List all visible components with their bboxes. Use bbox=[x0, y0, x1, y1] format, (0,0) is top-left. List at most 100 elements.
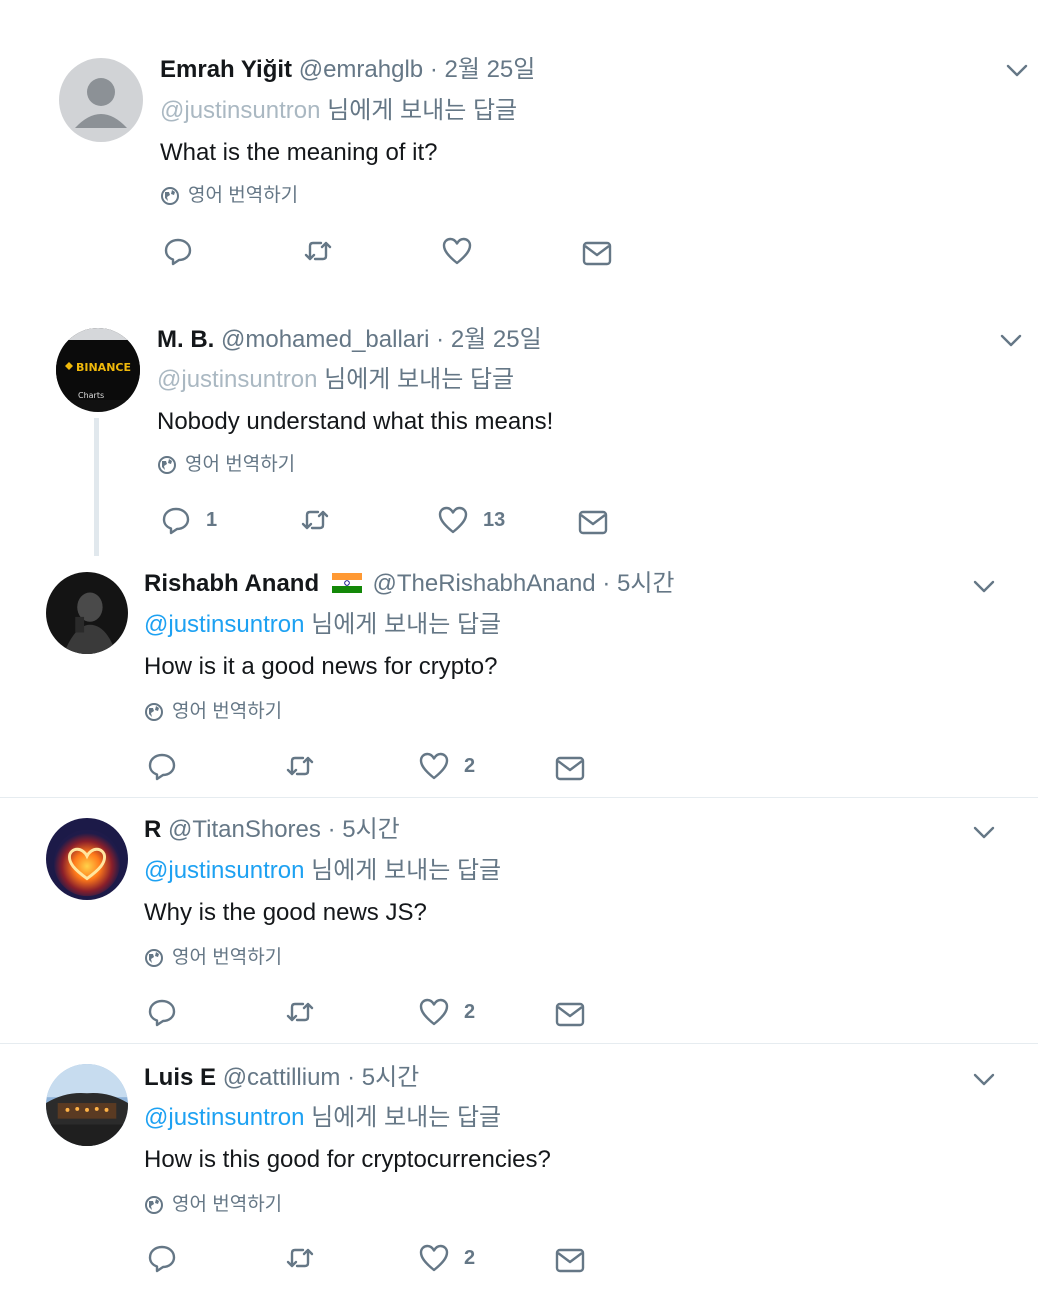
retweet-button[interactable] bbox=[284, 1242, 316, 1274]
retweet-icon bbox=[304, 241, 332, 261]
mention-link[interactable]: @justinsuntron bbox=[144, 1104, 304, 1131]
like-button[interactable]: 2 bbox=[418, 1242, 475, 1274]
caret-menu[interactable] bbox=[970, 1065, 998, 1093]
replying-suffix: 님에게 보내는 답글 bbox=[327, 97, 518, 124]
thread-connector bbox=[94, 418, 99, 556]
chevron-down-icon bbox=[1000, 334, 1022, 347]
user-handle[interactable]: @mohamed_ballari bbox=[221, 326, 429, 353]
dm-button[interactable] bbox=[577, 506, 609, 538]
mention-link[interactable]: @justinsuntron bbox=[157, 366, 317, 393]
chevron-down-icon bbox=[1006, 64, 1028, 77]
timestamp[interactable]: 5시간 bbox=[617, 570, 675, 597]
reply-button[interactable] bbox=[146, 1242, 192, 1274]
reply-icon bbox=[148, 999, 176, 1027]
like-count: 13 bbox=[483, 508, 506, 531]
translate-link[interactable]: 영어 번역하기 bbox=[157, 454, 295, 476]
heart-icon bbox=[442, 237, 472, 265]
separator-dot: · bbox=[429, 56, 438, 83]
translate-label: 영어 번역하기 bbox=[185, 454, 296, 475]
translate-label: 영어 번역하기 bbox=[172, 1194, 283, 1215]
reply-icon bbox=[162, 507, 190, 535]
retweet-button[interactable] bbox=[302, 235, 334, 267]
tweet-1: Emrah Yiğit @emrahglb · 2월 25일 @justinsu… bbox=[0, 0, 1038, 290]
translate-link[interactable]: 영어 번역하기 bbox=[144, 1194, 282, 1216]
avatar[interactable] bbox=[46, 1064, 128, 1146]
translate-link[interactable]: 영어 번역하기 bbox=[144, 701, 282, 723]
display-name[interactable]: Emrah Yiğit bbox=[160, 56, 292, 83]
like-button[interactable]: 13 bbox=[437, 504, 505, 536]
replying-suffix: 님에게 보내는 답글 bbox=[311, 1104, 502, 1131]
timestamp[interactable]: 2월 25일 bbox=[451, 326, 542, 353]
dm-button[interactable] bbox=[554, 998, 586, 1030]
avatar[interactable] bbox=[46, 572, 128, 654]
user-handle[interactable]: @emrahglb bbox=[299, 56, 423, 83]
retweet-button[interactable] bbox=[284, 750, 316, 782]
envelope-icon bbox=[555, 756, 585, 781]
tweet-4: R @TitanShores · 5시간 @justinsuntron 님에게 … bbox=[0, 798, 1038, 1042]
display-name[interactable]: Luis E bbox=[144, 1064, 216, 1091]
chevron-down-icon bbox=[973, 580, 995, 593]
avatar-caption-text: Charts bbox=[78, 391, 104, 400]
translate-label: 영어 번역하기 bbox=[172, 701, 283, 722]
translate-link[interactable]: 영어 번역하기 bbox=[144, 947, 282, 969]
mention-link[interactable]: @justinsuntron bbox=[144, 857, 304, 884]
replying-to: @justinsuntron 님에게 보내는 답글 bbox=[144, 611, 501, 639]
caret-menu[interactable] bbox=[970, 572, 998, 600]
dm-button[interactable] bbox=[554, 1244, 586, 1276]
caret-menu[interactable] bbox=[970, 818, 998, 846]
caret-menu[interactable] bbox=[997, 326, 1025, 354]
dm-button[interactable] bbox=[554, 752, 586, 784]
reply-button[interactable]: 1 bbox=[160, 504, 217, 536]
dm-button[interactable] bbox=[581, 237, 613, 269]
tweet-header: Rishabh Anand @TheRishabhAnand · 5시간 bbox=[144, 570, 675, 598]
display-name[interactable]: R bbox=[144, 816, 161, 843]
india-flag-icon bbox=[331, 573, 362, 593]
globe-icon bbox=[145, 703, 163, 721]
like-button[interactable]: 2 bbox=[418, 996, 475, 1028]
retweet-button[interactable] bbox=[284, 996, 316, 1028]
caret-menu[interactable] bbox=[1003, 56, 1031, 84]
replying-to: @justinsuntron 님에게 보내는 답글 bbox=[157, 366, 514, 394]
globe-icon bbox=[145, 1196, 163, 1214]
display-name[interactable]: Rishabh Anand bbox=[144, 570, 319, 597]
envelope-icon bbox=[578, 510, 608, 535]
timestamp[interactable]: 2월 25일 bbox=[444, 56, 535, 83]
retweet-icon bbox=[286, 1248, 314, 1268]
like-count: 2 bbox=[464, 754, 476, 777]
reply-button[interactable] bbox=[162, 235, 208, 267]
mention-link[interactable]: @justinsuntron bbox=[144, 611, 304, 638]
retweet-button[interactable] bbox=[299, 504, 331, 536]
heart-icon bbox=[438, 506, 468, 534]
tweet-header: R @TitanShores · 5시간 bbox=[144, 816, 400, 844]
mention-link[interactable]: @justinsuntron bbox=[160, 97, 320, 124]
timestamp[interactable]: 5시간 bbox=[362, 1064, 420, 1091]
tweet-header: Emrah Yiğit @emrahglb · 2월 25일 bbox=[160, 56, 535, 84]
globe-icon bbox=[158, 456, 176, 474]
retweet-icon bbox=[286, 1002, 314, 1022]
user-handle[interactable]: @TitanShores bbox=[168, 816, 321, 843]
chevron-down-icon bbox=[973, 1073, 995, 1086]
like-button[interactable] bbox=[441, 235, 487, 267]
replying-to: @justinsuntron 님에게 보내는 답글 bbox=[144, 857, 501, 885]
avatar[interactable] bbox=[46, 818, 128, 900]
like-button[interactable]: 2 bbox=[418, 750, 475, 782]
reply-icon bbox=[148, 1245, 176, 1273]
tweet-2: BINANCE Charts M. B. @mohamed_ballari · … bbox=[0, 290, 1038, 556]
reply-icon bbox=[148, 753, 176, 781]
avatar-brand-text: BINANCE bbox=[76, 361, 131, 374]
reply-button[interactable] bbox=[146, 996, 192, 1028]
timestamp[interactable]: 5시간 bbox=[342, 816, 400, 843]
avatar[interactable] bbox=[59, 58, 143, 142]
user-handle[interactable]: @TheRishabhAnand bbox=[372, 570, 595, 597]
translate-label: 영어 번역하기 bbox=[188, 185, 299, 206]
display-name[interactable]: M. B. bbox=[157, 326, 214, 353]
tweet-3: Rishabh Anand @TheRishabhAnand · 5시간 @ju… bbox=[0, 556, 1038, 796]
separator-dot: · bbox=[436, 326, 445, 353]
translate-link[interactable]: 영어 번역하기 bbox=[160, 185, 298, 207]
user-handle[interactable]: @cattillium bbox=[223, 1064, 341, 1091]
heart-icon bbox=[419, 1244, 449, 1272]
reply-button[interactable] bbox=[146, 750, 192, 782]
tweet-text: How is it a good news for crypto? bbox=[144, 653, 498, 680]
replying-suffix: 님에게 보내는 답글 bbox=[324, 366, 515, 393]
avatar[interactable]: BINANCE Charts bbox=[56, 328, 140, 412]
